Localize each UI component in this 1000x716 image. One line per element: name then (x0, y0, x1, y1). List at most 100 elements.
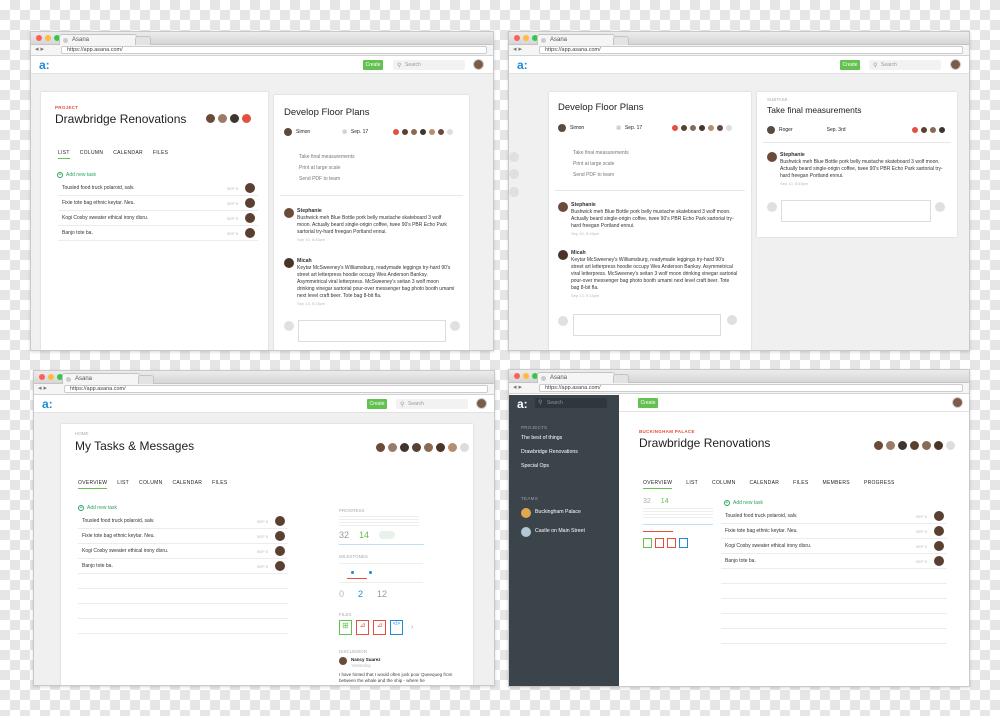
subtask-item[interactable]: Print at large scale (284, 163, 355, 174)
member-avatars[interactable] (205, 113, 252, 124)
subtask-item[interactable]: Take final measurements (284, 152, 355, 163)
tab-column[interactable]: COLUMN (139, 480, 162, 489)
tab-column[interactable]: COLUMN (80, 150, 103, 159)
browser-tab[interactable]: Asana (62, 373, 140, 384)
user-avatar[interactable] (952, 397, 963, 408)
pdf-file-icon[interactable] (667, 538, 676, 548)
back-forward-icon[interactable]: ◂▸ (38, 384, 49, 394)
task-row[interactable]: Tousled food truck polaroid, salv. SEP 5 (78, 514, 288, 529)
tab-files[interactable]: FILES (153, 150, 168, 159)
browser-tab[interactable]: Asana (537, 372, 615, 383)
task-row[interactable] (78, 574, 288, 589)
window-controls[interactable] (39, 374, 63, 380)
task-row[interactable] (721, 614, 947, 629)
tab-overview[interactable]: OVERVIEW (78, 480, 108, 489)
task-row[interactable]: Tousled food truck polaroid, salv. SEP 5 (58, 181, 258, 196)
pdf-file-icon[interactable] (655, 538, 664, 548)
asana-logo[interactable]: a: (517, 59, 528, 71)
task-row[interactable]: Kogi Cosby sweater ethical irony disru. S… (58, 211, 258, 226)
task-row[interactable] (721, 569, 947, 584)
search-input[interactable]: ⚲ Search (535, 398, 607, 408)
asana-logo[interactable]: a: (42, 398, 53, 410)
task-row[interactable] (721, 629, 947, 644)
create-button[interactable]: Create (638, 398, 658, 408)
like-button[interactable] (450, 321, 460, 331)
back-forward-icon[interactable]: ◂▸ (35, 45, 46, 55)
code-file-icon[interactable] (679, 538, 688, 548)
pdf-file-icon[interactable]: ⊿ (373, 620, 386, 635)
assignee-avatar[interactable] (558, 124, 566, 132)
sidebar-item-project[interactable]: The best of things (521, 431, 578, 445)
task-row[interactable] (78, 619, 288, 634)
tab-files[interactable]: FILES (793, 480, 808, 489)
create-button[interactable]: Create (840, 60, 860, 70)
url-field[interactable]: https://app.asana.com/ (539, 46, 963, 54)
window-controls[interactable] (36, 35, 60, 41)
task-row[interactable] (78, 604, 288, 619)
back-forward-icon[interactable]: ◂▸ (513, 383, 524, 393)
sidebar-item-team[interactable]: Buckingham Palace (521, 503, 585, 522)
tab-files[interactable]: FILES (212, 480, 227, 489)
task-row[interactable]: Kogi Cosby sweater ethical irony disru. S… (78, 544, 288, 559)
subtask-item[interactable]: Take final measurements (558, 148, 629, 159)
browser-tab[interactable]: Asana (537, 34, 615, 45)
sidebar-item-team[interactable]: Castle on Main Street (521, 522, 585, 541)
like-button[interactable] (935, 202, 945, 212)
tab-calendar[interactable]: CALENDAR (113, 150, 143, 159)
follower-avatars[interactable] (911, 126, 946, 134)
task-row[interactable] (78, 589, 288, 604)
comment-input[interactable] (573, 314, 721, 336)
task-row[interactable] (721, 584, 947, 599)
new-tab-button[interactable] (613, 374, 629, 383)
user-avatar[interactable] (950, 59, 961, 70)
code-file-icon[interactable]: </> (390, 620, 403, 635)
task-row[interactable] (721, 599, 947, 614)
asana-logo[interactable]: a: (517, 398, 528, 410)
tab-members[interactable]: MEMBERS (823, 480, 850, 489)
comment-input[interactable] (781, 200, 931, 222)
task-row[interactable]: Banjo tote ba. SEP 5 (58, 226, 258, 241)
window-controls[interactable] (514, 373, 538, 379)
create-button[interactable]: Create (363, 60, 383, 70)
new-tab-button[interactable] (613, 36, 629, 45)
tab-list[interactable]: LIST (58, 150, 70, 159)
asana-logo[interactable]: a: (39, 59, 50, 71)
comment-input[interactable] (298, 320, 446, 342)
browser-tab[interactable]: Asana (59, 34, 137, 45)
user-avatar[interactable] (473, 59, 484, 70)
search-input[interactable]: ⚲ Search (393, 60, 465, 70)
task-row[interactable]: Banjo tote ba. SEP 5 (78, 559, 288, 574)
assignee-avatar[interactable] (284, 128, 292, 136)
tab-list[interactable]: LIST (686, 480, 698, 489)
follower-avatars[interactable] (392, 128, 454, 136)
user-avatar[interactable] (476, 398, 487, 409)
task-row[interactable]: Tousled food truck polaroid, salv. SEP 5 (721, 509, 947, 524)
spreadsheet-file-icon[interactable] (643, 538, 652, 548)
back-forward-icon[interactable]: ◂▸ (513, 45, 524, 55)
tab-progress[interactable]: PROGRESS (864, 480, 895, 489)
subtask-item[interactable]: Send PDF to team (558, 170, 629, 181)
url-field[interactable]: https://app.asana.com/ (64, 385, 488, 393)
url-field[interactable]: https://app.asana.com/ (61, 46, 487, 54)
search-input[interactable]: ⚲ Search (869, 60, 941, 70)
new-tab-button[interactable] (135, 36, 151, 45)
task-row[interactable]: Fixie tote bag ethnic keytar. Neu. SEP 5 (78, 529, 288, 544)
sidebar-item-project[interactable]: Drawbridge Renovations (521, 445, 578, 459)
tab-overview[interactable]: OVERVIEW (643, 480, 673, 489)
search-input[interactable]: ⚲ Search (396, 399, 468, 409)
tab-list[interactable]: LIST (117, 480, 129, 489)
add-task-button[interactable]: + Add new task (78, 505, 117, 511)
add-task-button[interactable]: + Add new task (724, 500, 763, 506)
assignee-avatar[interactable] (767, 126, 775, 134)
tab-calendar[interactable]: CALENDAR (173, 480, 203, 489)
member-avatars[interactable] (375, 442, 470, 453)
pdf-file-icon[interactable]: ⊿ (356, 620, 369, 635)
tab-column[interactable]: COLUMN (712, 480, 735, 489)
subtask-item[interactable]: Send PDF to team (284, 174, 355, 185)
member-avatars[interactable] (873, 440, 956, 451)
sidebar-item-project[interactable]: Special Ops (521, 459, 578, 473)
task-row[interactable]: Fixie tote bag ethnic keytar. Neu. SEP 5 (721, 524, 947, 539)
add-task-button[interactable]: + Add new task (57, 172, 96, 178)
task-row[interactable]: Kogi Cosby sweater ethical irony disru. S… (721, 539, 947, 554)
chevron-right-icon[interactable]: › (411, 624, 413, 631)
